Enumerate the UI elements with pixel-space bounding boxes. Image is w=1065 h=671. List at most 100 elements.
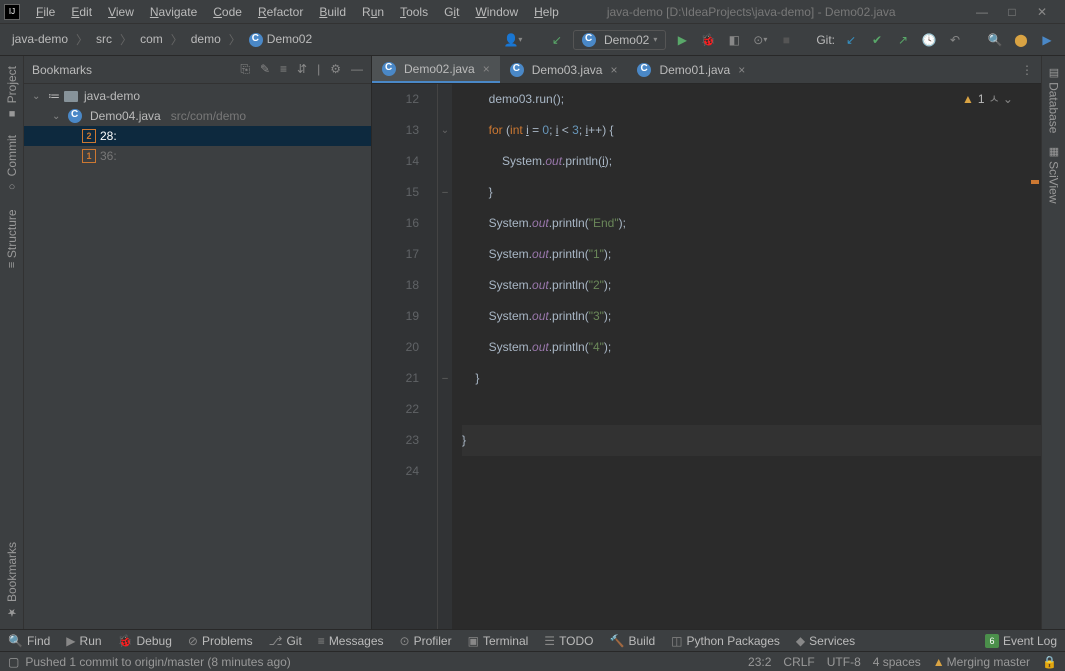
search-everywhere-icon[interactable]: 🔍 bbox=[985, 30, 1005, 50]
git-push-icon[interactable]: ↗ bbox=[893, 30, 913, 50]
git-commit-icon[interactable]: ✔ bbox=[867, 30, 887, 50]
todo-tab[interactable]: ☰TODO bbox=[544, 634, 593, 648]
bookmarks-tree[interactable]: ⌄≔ java-demo ⌄ Demo04.java src/com/demo … bbox=[24, 84, 371, 629]
debug-tab[interactable]: 🐞Debug bbox=[118, 634, 172, 648]
tree-root[interactable]: ⌄≔ java-demo bbox=[24, 86, 371, 106]
move-down-icon[interactable]: ⇵ bbox=[297, 62, 307, 77]
crumb-project[interactable]: java-demo bbox=[8, 30, 72, 48]
crumb-demo[interactable]: demo bbox=[187, 30, 225, 48]
commit-toolwindow-tab[interactable]: ○ Commit bbox=[5, 129, 19, 198]
sciview-toolwindow-tab[interactable]: ▦ SciView bbox=[1047, 139, 1061, 210]
bookmark-item[interactable]: 1 36: bbox=[24, 146, 371, 166]
git-revert-icon[interactable]: ↶ bbox=[945, 30, 965, 50]
problems-tab[interactable]: ⊘Problems bbox=[188, 634, 253, 648]
new-list-icon[interactable]: ⎘ bbox=[240, 62, 250, 77]
minimize-button[interactable]: — bbox=[975, 5, 989, 19]
vcs-update-icon[interactable]: ↙ bbox=[547, 30, 567, 50]
settings-icon[interactable]: ⬤ bbox=[1011, 30, 1031, 50]
git-pull-icon[interactable]: ↙ bbox=[841, 30, 861, 50]
breadcrumb: java-demo〉 src〉 com〉 demo〉 Demo02 bbox=[8, 30, 316, 49]
build-tab[interactable]: 🔨Build bbox=[610, 634, 656, 648]
event-log-tab[interactable]: 6Event Log bbox=[985, 634, 1057, 648]
run-button[interactable]: ▶ bbox=[672, 30, 692, 50]
debug-button[interactable]: 🐞 bbox=[698, 30, 718, 50]
close-button[interactable]: ✕ bbox=[1035, 5, 1049, 19]
settings-gear-icon[interactable]: ⚙ bbox=[330, 62, 341, 77]
crumb-com[interactable]: com bbox=[136, 30, 167, 48]
caret-position[interactable]: 23:2 bbox=[748, 655, 771, 669]
menu-bar: IJ File Edit View Navigate Code Refactor… bbox=[0, 0, 1065, 24]
structure-toolwindow-tab[interactable]: ≡ Structure bbox=[5, 203, 19, 274]
git-branch-widget[interactable]: ▲Merging master bbox=[933, 655, 1030, 669]
tab-label: Demo01.java bbox=[659, 63, 730, 77]
tab-close-icon[interactable]: × bbox=[610, 63, 617, 77]
run-tab[interactable]: ▶Run bbox=[66, 634, 101, 648]
menu-file[interactable]: File bbox=[28, 3, 63, 21]
crumb-src[interactable]: src bbox=[92, 30, 116, 48]
project-toolwindow-tab[interactable]: ■ Project bbox=[5, 60, 19, 125]
line-gutter[interactable]: 12131415161718192021222324 bbox=[372, 84, 438, 629]
bookmark-item[interactable]: 2 28: bbox=[24, 126, 371, 146]
code-editor[interactable]: 12131415161718192021222324 ⌄–– demo03.ru… bbox=[372, 84, 1041, 629]
window-title: java-demo [D:\IdeaProjects\java-demo] - … bbox=[607, 5, 896, 19]
menu-edit[interactable]: Edit bbox=[63, 3, 100, 21]
tab-label: Demo03.java bbox=[532, 63, 603, 77]
menu-window[interactable]: Window bbox=[467, 3, 526, 21]
user-icon[interactable]: 👤▾ bbox=[503, 30, 523, 50]
git-history-icon[interactable]: 🕓 bbox=[919, 30, 939, 50]
tab-more-icon[interactable]: ⋮ bbox=[1013, 63, 1041, 77]
crumb-class[interactable]: Demo02 bbox=[245, 30, 316, 49]
messages-tab[interactable]: ≡Messages bbox=[318, 634, 384, 648]
bookmarks-header: Bookmarks ⎘ ✎ ≡ ⇵ | ⚙ — bbox=[24, 56, 371, 84]
error-stripe-mark[interactable] bbox=[1031, 180, 1039, 184]
menu-navigate[interactable]: Navigate bbox=[142, 3, 205, 21]
tab-close-icon[interactable]: × bbox=[483, 62, 490, 76]
line-separator[interactable]: CRLF bbox=[783, 655, 814, 669]
ide-features-icon[interactable]: ▶ bbox=[1037, 30, 1057, 50]
tab-close-icon[interactable]: × bbox=[738, 63, 745, 77]
editor-tabs: Demo02.java × Demo03.java × Demo01.java … bbox=[372, 56, 1041, 84]
warning-icon: ▲ bbox=[933, 655, 945, 669]
stop-button[interactable]: ■ bbox=[776, 30, 796, 50]
class-icon bbox=[249, 33, 263, 47]
code-content[interactable]: demo03.run(); for (int i = 0; i < 3; i++… bbox=[452, 84, 1041, 629]
run-config-selector[interactable]: Demo02 ▾ bbox=[573, 30, 666, 50]
services-tab[interactable]: ◆Services bbox=[796, 634, 855, 648]
python-packages-tab[interactable]: ◫Python Packages bbox=[671, 634, 780, 648]
bookmark-label: 28: bbox=[100, 129, 117, 143]
tree-file-label: Demo04.java bbox=[90, 109, 161, 123]
toolwindow-quick-access-icon[interactable]: ▢ bbox=[8, 655, 19, 669]
bookmarks-toolwindow-tab[interactable]: ★ Bookmarks bbox=[5, 536, 19, 625]
fold-gutter[interactable]: ⌄–– bbox=[438, 84, 452, 629]
editor-tab-demo02[interactable]: Demo02.java × bbox=[372, 56, 500, 83]
indent-info[interactable]: 4 spaces bbox=[873, 655, 921, 669]
hide-icon[interactable]: — bbox=[351, 62, 363, 77]
file-encoding[interactable]: UTF-8 bbox=[827, 655, 861, 669]
git-tab[interactable]: ⎇Git bbox=[269, 634, 302, 648]
lock-icon[interactable]: 🔒 bbox=[1042, 655, 1057, 669]
terminal-tab[interactable]: ▣Terminal bbox=[468, 634, 529, 648]
maximize-button[interactable]: □ bbox=[1005, 5, 1019, 19]
coverage-button[interactable]: ◧ bbox=[724, 30, 744, 50]
menu-tools[interactable]: Tools bbox=[392, 3, 436, 21]
menu-help[interactable]: Help bbox=[526, 3, 567, 21]
profiler-tab[interactable]: ⊙Profiler bbox=[400, 634, 452, 648]
editor-tab-demo03[interactable]: Demo03.java × bbox=[500, 56, 628, 83]
edit-icon[interactable]: ✎ bbox=[260, 62, 270, 77]
warning-count: 1 bbox=[978, 92, 985, 106]
tree-file[interactable]: ⌄ Demo04.java src/com/demo bbox=[24, 106, 371, 126]
profile-button[interactable]: ⊙▾ bbox=[750, 30, 770, 50]
menu-git[interactable]: Git bbox=[436, 3, 467, 21]
find-tab[interactable]: 🔍Find bbox=[8, 634, 50, 648]
editor-tab-demo01[interactable]: Demo01.java × bbox=[627, 56, 755, 83]
bookmark-mnemonic-icon: 1 bbox=[82, 149, 96, 163]
inspection-widget[interactable]: ▲ 1 ㅅ ⌄ bbox=[962, 90, 1013, 107]
menu-build[interactable]: Build bbox=[311, 3, 354, 21]
menu-code[interactable]: Code bbox=[205, 3, 250, 21]
menu-view[interactable]: View bbox=[100, 3, 142, 21]
menu-run[interactable]: Run bbox=[354, 3, 392, 21]
menu-refactor[interactable]: Refactor bbox=[250, 3, 311, 21]
database-toolwindow-tab[interactable]: ▤ Database bbox=[1047, 60, 1061, 139]
right-tool-strip: ▤ Database ▦ SciView bbox=[1041, 56, 1065, 629]
delete-icon[interactable]: ≡ bbox=[280, 62, 287, 77]
